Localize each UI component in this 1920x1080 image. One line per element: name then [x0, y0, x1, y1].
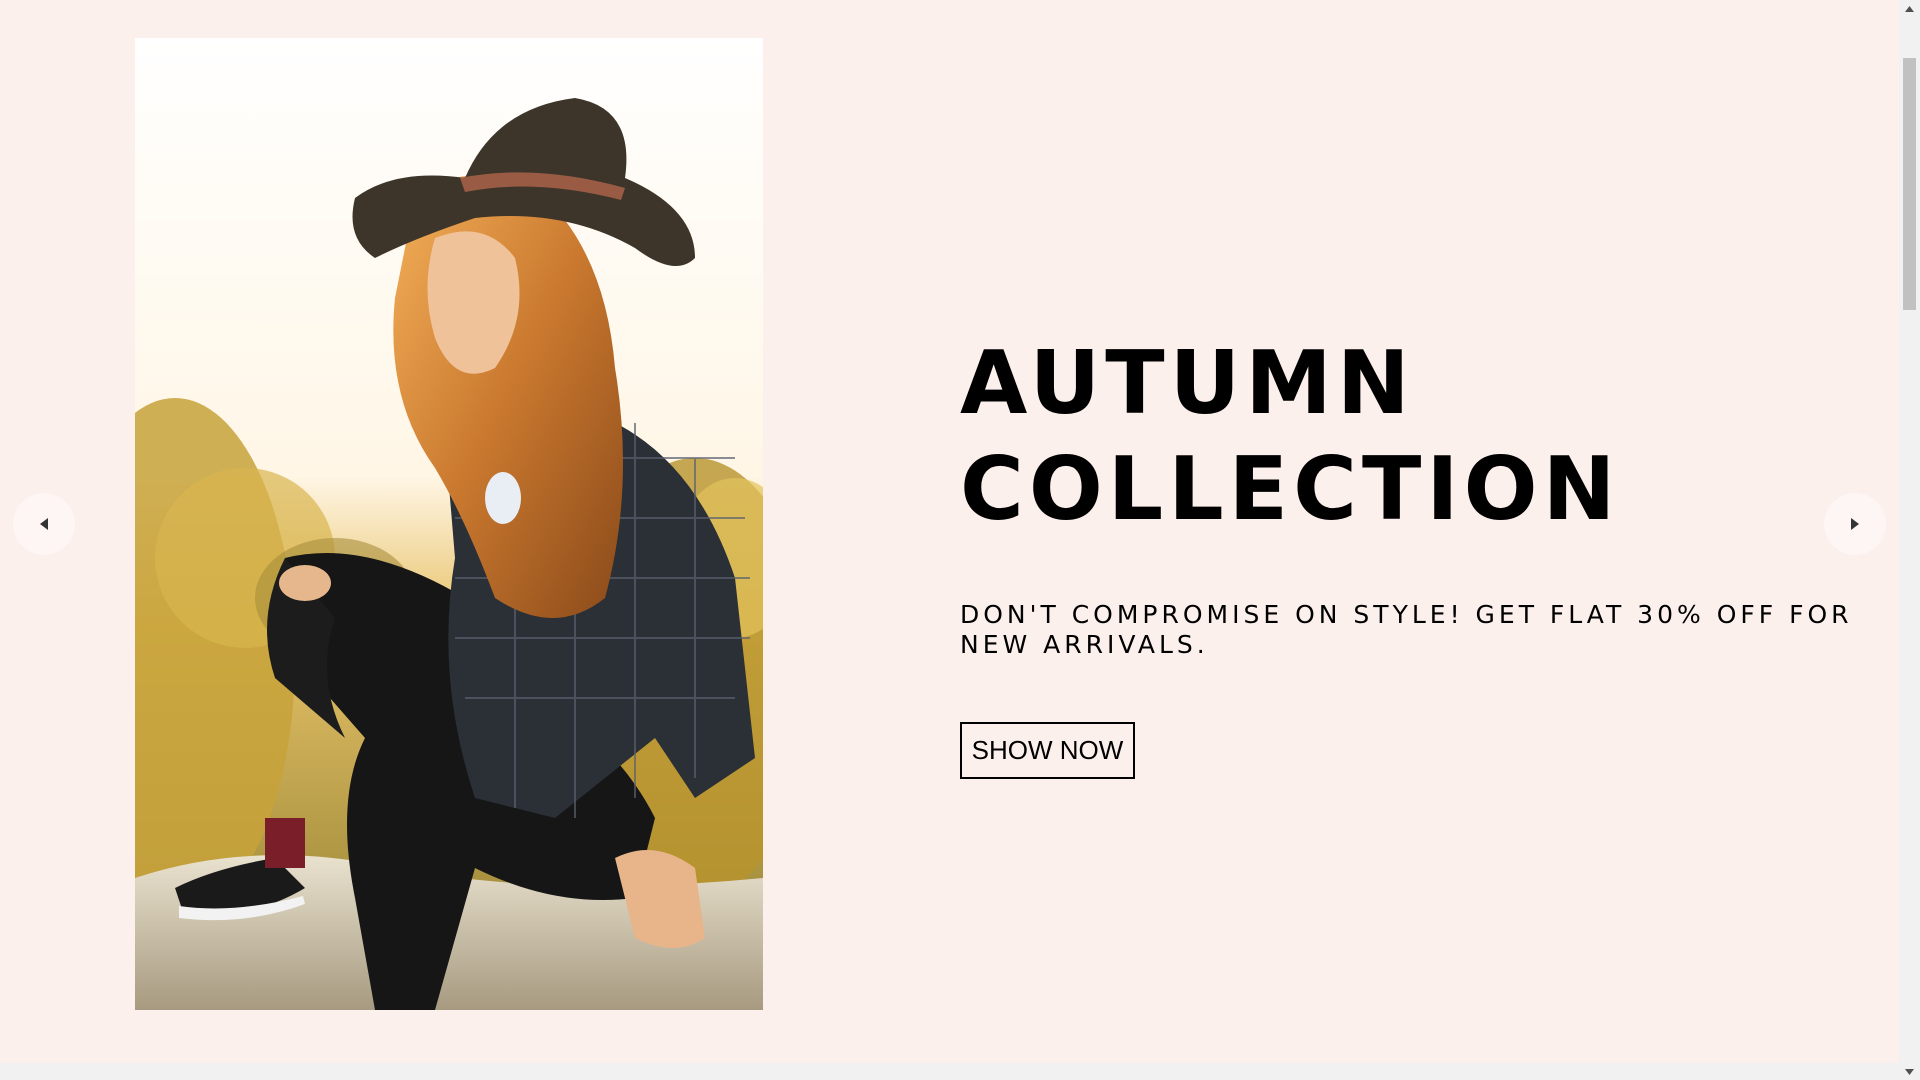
hero-title: AUTUMN COLLECTION	[960, 330, 1620, 542]
hero-title-line1: AUTUMN	[960, 332, 1415, 434]
scroll-down-button[interactable]	[1899, 1063, 1920, 1080]
scroll-up-arrow-icon	[1905, 5, 1914, 12]
show-now-button[interactable]: SHOW NOW	[960, 722, 1135, 779]
scroll-thumb[interactable]	[1903, 58, 1916, 310]
scroll-down-arrow-icon	[1905, 1068, 1914, 1075]
scroll-up-button[interactable]	[1899, 0, 1920, 17]
hero-photo-illustration	[135, 38, 763, 1010]
hero-subtitle: DON'T COMPROMISE ON STYLE! GET FLAT 30% …	[960, 600, 1853, 659]
carousel-prev-button[interactable]	[13, 493, 75, 555]
vertical-scrollbar[interactable]	[1899, 0, 1920, 1080]
caret-left-icon	[40, 518, 48, 530]
hero-image	[135, 38, 763, 1010]
hero-title-line2: COLLECTION	[960, 438, 1621, 540]
caret-right-icon	[1851, 518, 1859, 530]
page: AUTUMN COLLECTION DON'T COMPROMISE ON ST…	[0, 0, 1920, 1080]
carousel-next-button[interactable]	[1824, 493, 1886, 555]
horizontal-scroll-track	[0, 1063, 1899, 1080]
